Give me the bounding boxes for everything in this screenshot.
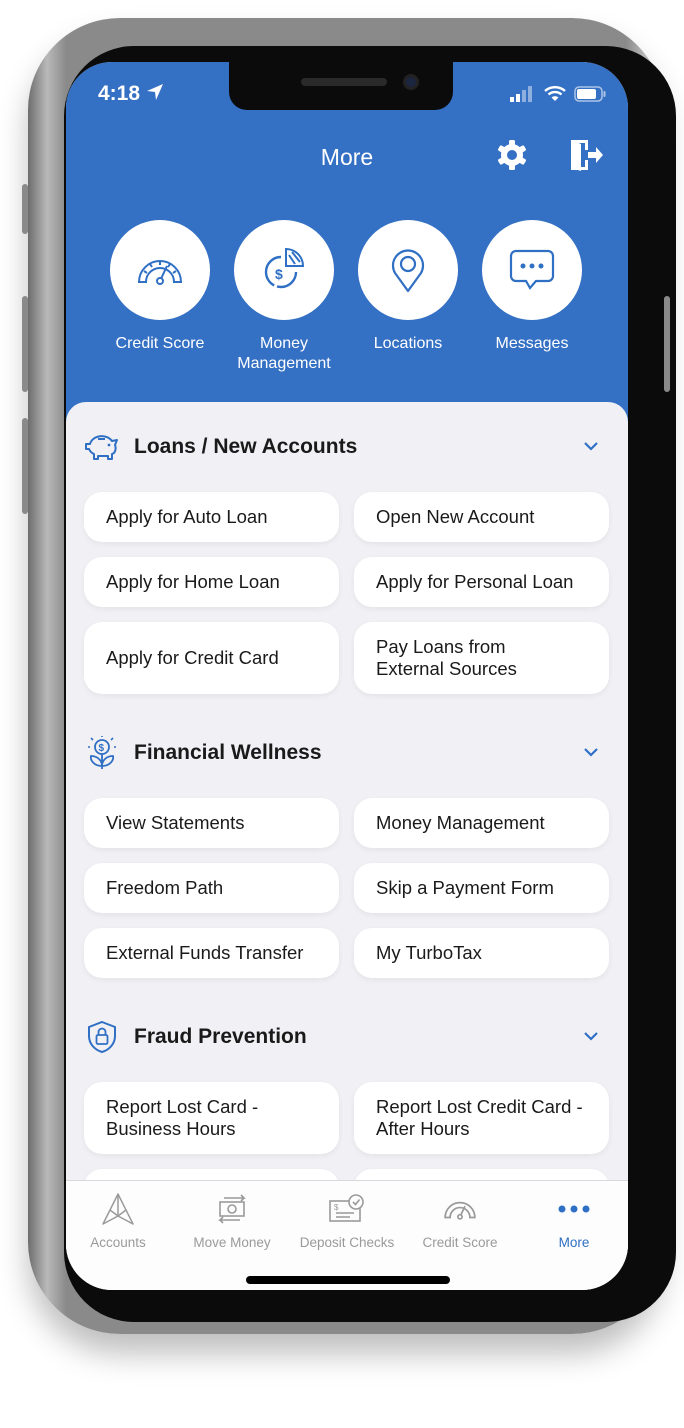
menu-item-apply-credit-card[interactable]: Apply for Credit Card: [84, 622, 339, 694]
section-header-financial-wellness[interactable]: $ Financial Wellness: [84, 733, 610, 773]
chevron-down-icon[interactable]: [582, 1027, 600, 1045]
time-text: 4:18: [98, 82, 141, 105]
menu-item-apply-auto-loan[interactable]: Apply for Auto Loan: [84, 492, 339, 542]
home-indicator[interactable]: [246, 1276, 450, 1284]
quick-action-money-management[interactable]: $ Money Management: [234, 220, 334, 374]
money-plant-icon: $: [88, 736, 116, 769]
quick-action-label: Credit Score: [115, 335, 205, 352]
tab-move-money[interactable]: Move Money: [176, 1191, 288, 1250]
chevron-down-icon[interactable]: [582, 743, 600, 761]
shield-lock-icon: [88, 1020, 116, 1054]
svg-text:$: $: [275, 266, 283, 282]
tab-label: Credit Score: [422, 1235, 498, 1250]
status-time: 4:18: [98, 82, 164, 106]
phone-mute-switch: [22, 184, 28, 234]
section-header-loans[interactable]: Loans / New Accounts: [84, 427, 610, 467]
screen: 4:18 More Credit Score $ Money Managemen…: [66, 62, 628, 1290]
status-icons: [510, 86, 606, 102]
tab-deposit-checks[interactable]: $ Deposit Checks: [291, 1191, 403, 1250]
svg-text:$: $: [99, 743, 105, 754]
more-dots-icon: [558, 1205, 590, 1213]
menu-item-report-lost-card-business[interactable]: Report Lost Card - Business Hours: [84, 1082, 339, 1154]
quick-action-messages[interactable]: Messages: [482, 220, 582, 354]
tab-credit-score[interactable]: Credit Score: [404, 1191, 516, 1250]
accounts-logo-icon: [102, 1193, 134, 1225]
tab-more[interactable]: More: [518, 1191, 628, 1250]
tab-label: Deposit Checks: [299, 1235, 395, 1250]
section-header-fraud-prevention[interactable]: Fraud Prevention: [84, 1017, 610, 1057]
phone-volume-down: [22, 418, 28, 514]
piggy-bank-icon: [85, 435, 118, 460]
check-deposit-icon: $: [329, 1194, 364, 1222]
section-title: Fraud Prevention: [134, 1025, 307, 1048]
menu-item-open-new-account[interactable]: Open New Account: [354, 492, 609, 542]
quick-action-label: Money Management: [237, 335, 331, 372]
transfer-money-icon: [218, 1194, 246, 1224]
quick-action-label: Locations: [373, 335, 443, 352]
phone-volume-up: [22, 296, 28, 392]
tab-label: Accounts: [90, 1235, 146, 1250]
section-title: Loans / New Accounts: [134, 435, 358, 458]
battery-icon: [574, 86, 606, 102]
tab-label: Move Money: [193, 1235, 271, 1250]
gauge-icon: [444, 1201, 476, 1220]
section-title: Financial Wellness: [134, 741, 322, 764]
menu-item-freedom-path[interactable]: Freedom Path: [84, 863, 339, 913]
tab-accounts[interactable]: Accounts: [66, 1191, 174, 1250]
notch: [229, 62, 453, 110]
location-arrow-icon: [146, 84, 163, 100]
quick-action-label: Messages: [495, 335, 569, 352]
menu-item-my-turbotax[interactable]: My TurboTax: [354, 928, 609, 978]
logout-icon[interactable]: [568, 138, 604, 172]
signal-icon: [510, 86, 532, 102]
menu-item-skip-payment-form[interactable]: Skip a Payment Form: [354, 863, 609, 913]
menu-item-apply-personal-loan[interactable]: Apply for Personal Loan: [354, 557, 609, 607]
menu-item-external-funds-transfer[interactable]: External Funds Transfer: [84, 928, 339, 978]
gear-icon[interactable]: [496, 139, 528, 171]
map-pin-icon: [391, 249, 425, 293]
chat-bubble-icon: [509, 249, 555, 290]
money-chart-icon: $: [264, 247, 305, 289]
menu-item-pay-loans-external[interactable]: Pay Loans from External Sources: [354, 622, 609, 694]
page-title: More: [320, 144, 374, 170]
menu-item-view-statements[interactable]: View Statements: [84, 798, 339, 848]
chevron-down-icon[interactable]: [582, 437, 600, 455]
gauge-icon: [137, 260, 183, 285]
menu-item-apply-home-loan[interactable]: Apply for Home Loan: [84, 557, 339, 607]
wifi-icon: [544, 86, 566, 101]
menu-item-money-management[interactable]: Money Management: [354, 798, 609, 848]
header-area: 4:18 More Credit Score $ Money Managemen…: [66, 62, 628, 422]
menu-panel: Loans / New Accounts Apply for Auto Loan…: [66, 402, 628, 1290]
menu-item-report-lost-credit-card-after[interactable]: Report Lost Credit Card - After Hours: [354, 1082, 609, 1154]
phone-power-button: [664, 296, 670, 392]
svg-text:$: $: [334, 1203, 339, 1212]
quick-action-credit-score[interactable]: Credit Score: [110, 220, 210, 354]
quick-action-locations[interactable]: Locations: [358, 220, 458, 354]
tab-label: More: [558, 1235, 590, 1250]
bottom-tab-bar: Accounts Move Money $ Deposit Checks Cre…: [66, 1180, 628, 1290]
